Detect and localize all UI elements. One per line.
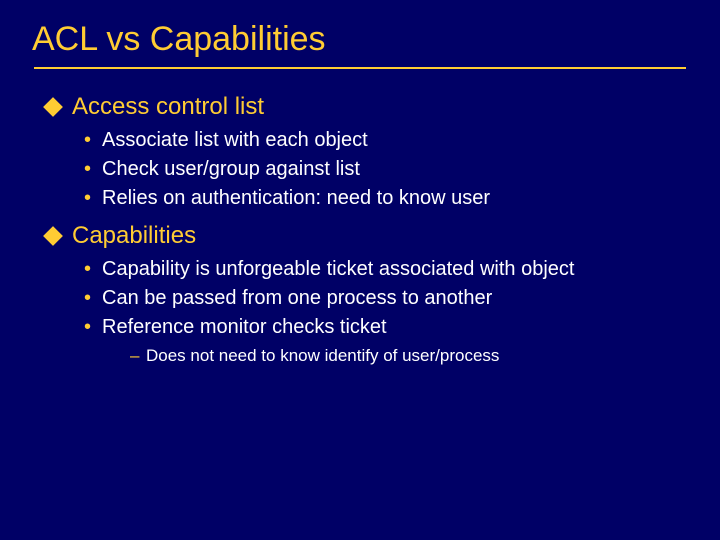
section-heading-text: Capabilities [72,222,196,250]
list-item-text: Reference monitor checks ticket [102,316,387,338]
sub-bullet-list: Does not need to know identify of user/p… [130,345,720,368]
section-capabilities: Capabilities Capability is unforgeable t… [46,222,720,368]
bullet-list: Capability is unforgeable ticket associa… [84,256,720,368]
slide-title: ACL vs Capabilities [32,20,720,59]
title-rule [34,67,686,69]
list-item: Reference monitor checks ticket Does not… [84,314,720,368]
list-item: Capability is unforgeable ticket associa… [84,256,720,283]
list-item: Associate list with each object [84,127,720,154]
diamond-icon [43,226,63,246]
list-item: Check user/group against list [84,156,720,183]
diamond-icon [43,97,63,117]
bullet-list: Associate list with each object Check us… [84,127,720,212]
list-item: Relies on authentication: need to know u… [84,185,720,212]
sub-list-item: Does not need to know identify of user/p… [130,345,720,368]
slide: ACL vs Capabilities Access control list … [0,0,720,540]
section-acl: Access control list Associate list with … [46,93,720,212]
section-heading: Access control list [46,93,720,121]
section-heading-text: Access control list [72,93,264,121]
list-item: Can be passed from one process to anothe… [84,285,720,312]
section-heading: Capabilities [46,222,720,250]
